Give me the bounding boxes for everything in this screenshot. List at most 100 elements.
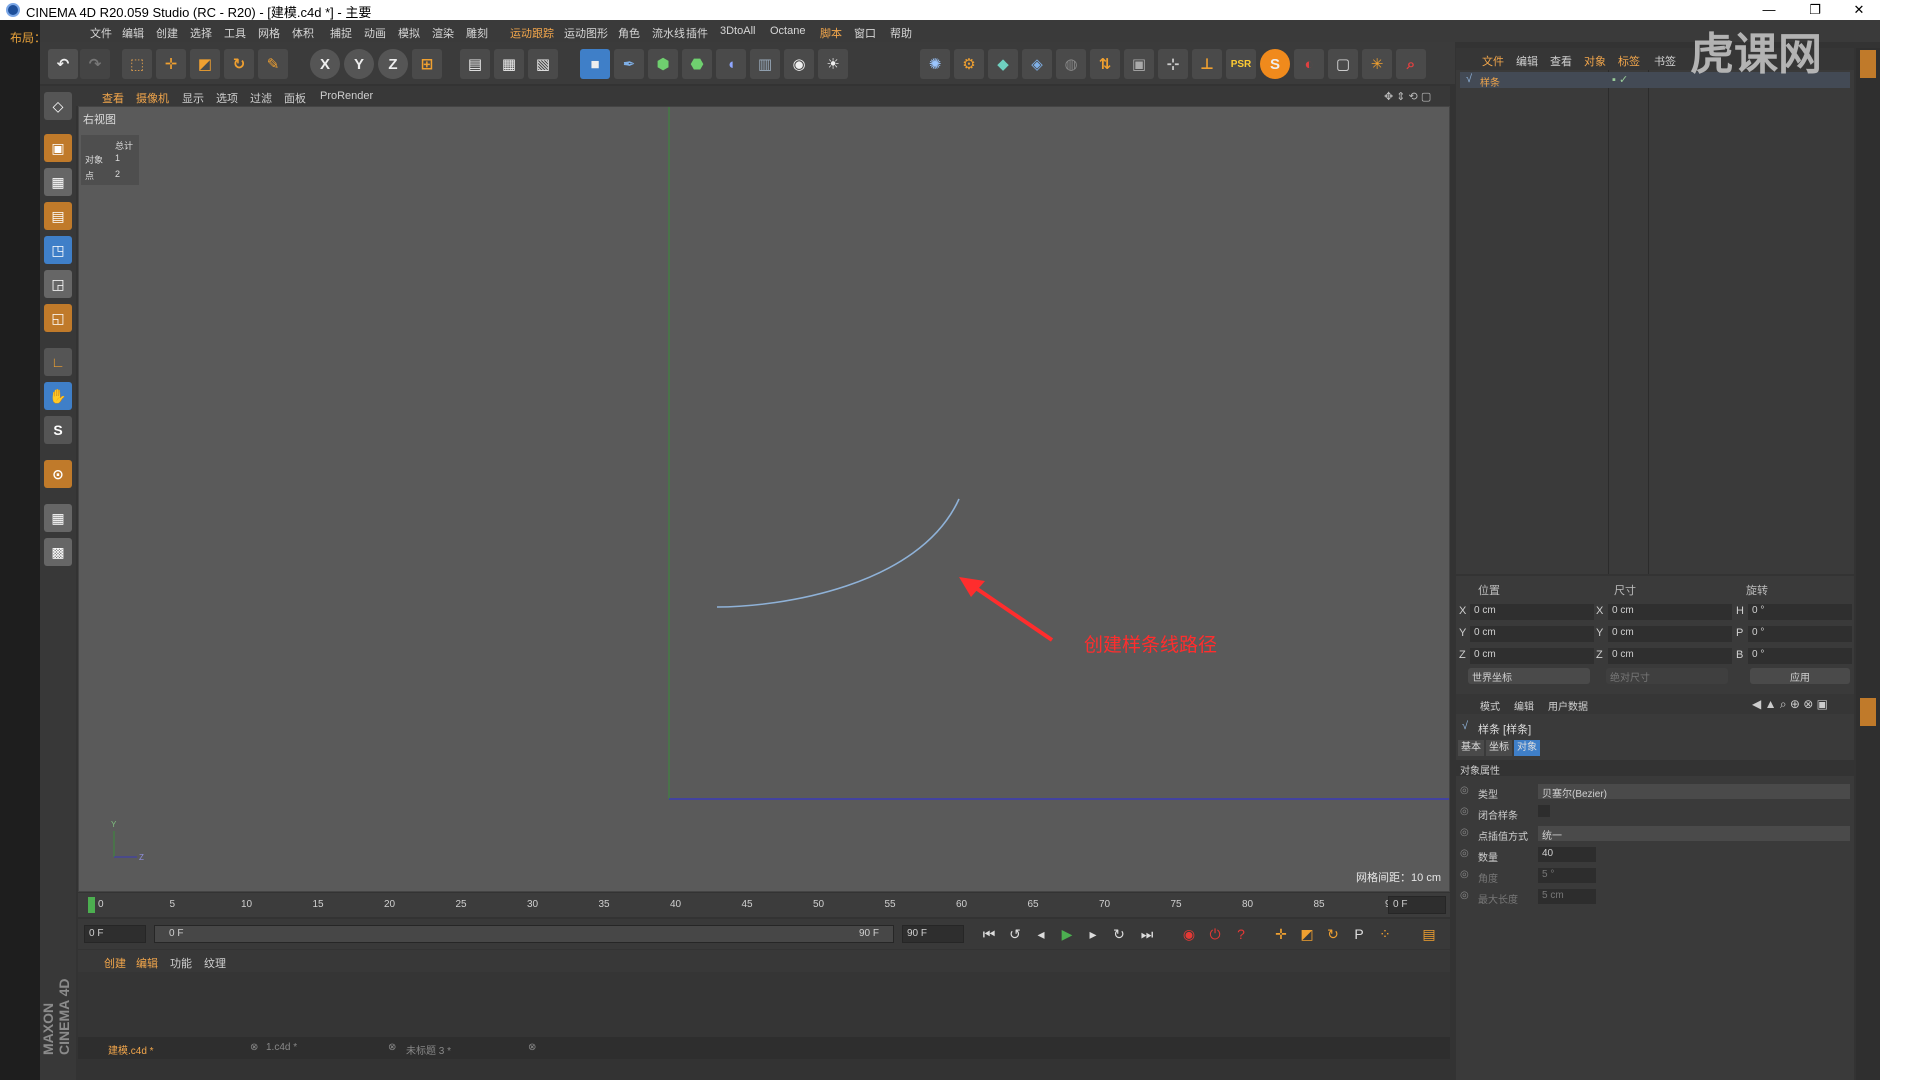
size-field[interactable]: 0 cm [1608, 626, 1732, 642]
go-to-end-icon[interactable]: ⏭ [1136, 923, 1158, 945]
make-editable-icon[interactable]: ◇ [44, 92, 72, 120]
snap-icon[interactable]: ⊙ [44, 460, 72, 488]
render-picture-viewer-icon[interactable]: ▦ [494, 49, 524, 79]
closed-spline-checkbox[interactable] [1538, 805, 1550, 817]
attributes-tab-icon[interactable] [1860, 698, 1876, 726]
menu-item[interactable]: 雕刻 [466, 25, 488, 41]
prop-number-field[interactable]: 5 ° [1538, 868, 1596, 883]
material-menu-item[interactable]: 创建 [104, 955, 126, 971]
prop-dropdown[interactable]: 统一 [1538, 826, 1850, 842]
prop-radio-icon[interactable]: ◎ [1460, 869, 1469, 880]
file-tab-modeling[interactable]: 建模.c4d * [108, 1042, 154, 1057]
menu-item[interactable]: 3DtoAll [720, 25, 755, 37]
object-menu-item[interactable]: 对象 [1584, 53, 1606, 69]
attribute-menu-item[interactable]: 编辑 [1514, 698, 1534, 713]
prop-dropdown[interactable]: 贝塞尔(Bezier) [1538, 784, 1850, 800]
menu-item[interactable]: 窗口 [854, 25, 876, 41]
menu-item[interactable]: Octane [770, 25, 805, 37]
model-mode-icon[interactable]: ▣ [44, 134, 72, 162]
python-icon[interactable]: ◈ [1022, 49, 1052, 79]
prop-radio-icon[interactable]: ◎ [1460, 785, 1469, 796]
apply-button[interactable]: 应用 [1750, 668, 1850, 684]
undo-icon[interactable]: ↶ [48, 49, 78, 79]
prop-number-field[interactable]: 5 cm [1538, 889, 1596, 904]
prop-radio-icon[interactable]: ◎ [1460, 827, 1469, 838]
z-axis-lock-icon[interactable]: Z [378, 49, 408, 79]
redo-icon[interactable]: ↷ [80, 49, 110, 79]
prop-number-field[interactable]: 40 [1538, 847, 1596, 862]
attribute-nav-icons[interactable]: ◀ ▲ ⌕ ⊕ ⊗ ▣ [1752, 697, 1828, 712]
cube-primitive-icon[interactable]: ■ [580, 49, 610, 79]
menu-item[interactable]: 文件 [90, 25, 112, 41]
attribute-tab[interactable]: 对象 [1514, 740, 1540, 756]
key-param-icon[interactable]: P [1348, 923, 1370, 945]
key-position-icon[interactable]: ✛ [1270, 923, 1292, 945]
file-tab-untitled[interactable]: 未标题 3 * [406, 1042, 451, 1057]
render-settings-icon[interactable]: ▧ [528, 49, 558, 79]
prop-radio-icon[interactable]: ◎ [1460, 806, 1469, 817]
align-plugin-icon[interactable]: ⊥ [1192, 49, 1222, 79]
viewport-nav-icons[interactable]: ✥ ⇕ ⟲ ▢ [1384, 90, 1431, 103]
file-tab-close-icon-2[interactable]: ⊗ [388, 1042, 396, 1053]
viewport-right-view[interactable]: 右视图 总计 对象 1 点 2 Y Z 创建样条线路径 网格间距：10 cm [78, 106, 1450, 892]
attribute-menu-item[interactable]: 用户数据 [1548, 698, 1588, 713]
autokey-icon[interactable]: ⏻ [1204, 923, 1226, 945]
octane-live-icon[interactable]: ✺ [920, 49, 950, 79]
menu-item[interactable]: 帮助 [890, 25, 912, 41]
menu-item[interactable]: 选择 [190, 25, 212, 41]
next-frame-icon[interactable]: ▸ [1082, 923, 1104, 945]
rotation-field[interactable]: 0 ° [1748, 626, 1852, 642]
key-pla-icon[interactable]: ⁘ [1374, 923, 1396, 945]
menu-item[interactable]: 捕捉 [330, 25, 352, 41]
record-icon[interactable]: ◉ [1178, 923, 1200, 945]
rotation-field[interactable]: 0 ° [1748, 604, 1852, 620]
menu-item[interactable]: 动画 [364, 25, 386, 41]
objects-tab-icon[interactable] [1860, 50, 1876, 78]
key-rotation-icon[interactable]: ↻ [1322, 923, 1344, 945]
rotation-field[interactable]: 0 ° [1748, 648, 1852, 664]
grid-icon[interactable]: ▩ [44, 538, 72, 566]
keyframe-selection-icon[interactable]: ? [1230, 923, 1252, 945]
snap-plugin-icon[interactable]: ⊹ [1158, 49, 1188, 79]
camera-icon[interactable]: ◉ [784, 49, 814, 79]
file-tab-1[interactable]: 1.c4d * [266, 1042, 297, 1053]
viewport-menu-item[interactable]: 过滤 [250, 90, 272, 106]
attribute-menu-item[interactable]: 模式 [1480, 698, 1500, 713]
menu-item[interactable]: 创建 [156, 25, 178, 41]
object-menu-item[interactable]: 查看 [1550, 53, 1572, 69]
range-slider[interactable]: 0 F 90 F [154, 925, 894, 943]
scale-tool-icon[interactable]: ◩ [190, 49, 220, 79]
edges-mode-icon[interactable]: ◲ [44, 270, 72, 298]
object-menu-item[interactable]: 文件 [1482, 53, 1504, 69]
object-menu-item[interactable]: 书签 [1654, 53, 1676, 69]
menu-item[interactable]: 体积 [292, 25, 314, 41]
move-tool-icon[interactable]: ✛ [156, 49, 186, 79]
position-field[interactable]: 0 cm [1470, 626, 1594, 642]
menu-item[interactable]: 工具 [224, 25, 246, 41]
scheme-icon[interactable]: ▤ [1418, 923, 1440, 945]
subdivision-generator-icon[interactable]: ⬢ [648, 49, 678, 79]
tweak-mode-icon[interactable]: ✋ [44, 382, 72, 410]
go-to-start-icon[interactable]: ⏮ [978, 923, 1000, 945]
size-field[interactable]: 0 cm [1608, 648, 1732, 664]
menu-item[interactable]: 模拟 [398, 25, 420, 41]
timeline-playhead[interactable] [88, 897, 95, 913]
plugin-gear-icon[interactable]: ⚙ [954, 49, 984, 79]
object-menu-item[interactable]: 标签 [1618, 53, 1640, 69]
rotate-tool-icon[interactable]: ↻ [224, 49, 254, 79]
y-axis-lock-icon[interactable]: Y [344, 49, 374, 79]
viewport-menu-item[interactable]: 面板 [284, 90, 306, 106]
material-menu-item[interactable]: 纹理 [204, 955, 226, 971]
menu-item[interactable]: 插件 [686, 25, 708, 41]
axis-mode-icon[interactable]: ∟ [44, 348, 72, 376]
box-plugin-icon[interactable]: ▣ [1124, 49, 1154, 79]
magnet-plugin-icon[interactable]: ◐ [1294, 49, 1324, 79]
size-field[interactable]: 0 cm [1608, 604, 1732, 620]
attribute-tab[interactable]: 坐标 [1486, 740, 1512, 756]
menu-item[interactable]: 网格 [258, 25, 280, 41]
viewport-menu-item[interactable]: ProRender [320, 90, 373, 102]
psr-icon[interactable]: PSR [1226, 49, 1256, 79]
render-view-icon[interactable]: ▤ [460, 49, 490, 79]
deformer-icon[interactable]: ◖ [716, 49, 746, 79]
polygons-mode-icon[interactable]: ◱ [44, 304, 72, 332]
